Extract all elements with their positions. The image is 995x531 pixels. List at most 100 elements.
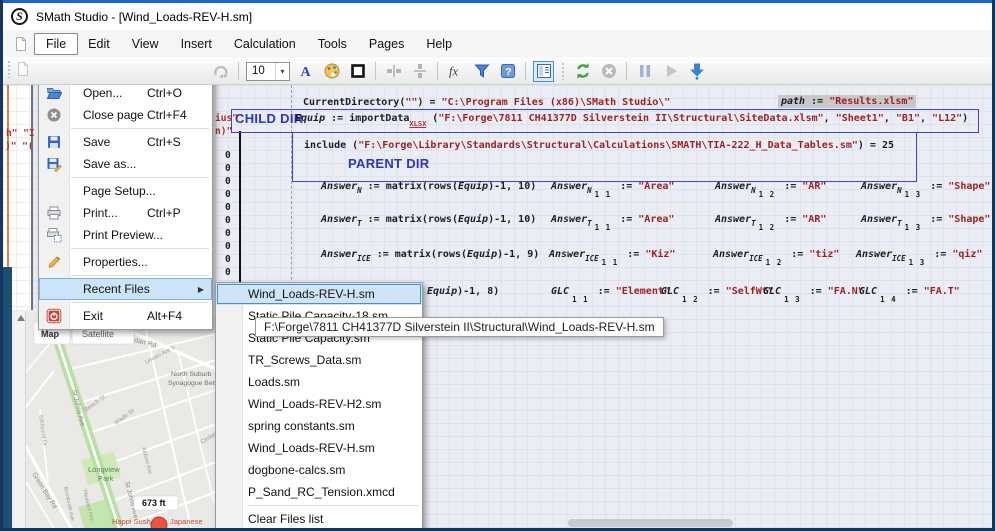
answer-ice-13[interactable]: AnswerICE1 3 := "qiz" [856, 249, 982, 267]
glc-14[interactable]: GLC1 4 := "FA.T" [859, 286, 960, 304]
recent-file-item[interactable]: Clear Files list [216, 508, 422, 528]
map-road-label: Longview [88, 465, 120, 474]
help-icon[interactable]: ? [497, 61, 518, 82]
toolbar-drag-handle[interactable] [7, 60, 11, 78]
menu-item-exit[interactable]: ExitAlt+F4 [39, 305, 212, 327]
menu-tools[interactable]: Tools [307, 34, 358, 54]
poi-marker-icon[interactable] [151, 517, 167, 528]
chevron-down-icon[interactable]: ▾ [275, 63, 289, 80]
answer-ice-12[interactable]: AnswerICE1 2 := "tiz" [713, 249, 839, 267]
menu-item-print[interactable]: Print...Ctrl+P [39, 202, 212, 224]
menu-file[interactable]: File [35, 34, 77, 54]
glc-def-fragment[interactable]: Equip)-1, 8) [427, 286, 499, 297]
answer-t-13[interactable]: AnswerT1 3 := "Shape" [861, 214, 990, 232]
recent-file-item[interactable]: Wind_Loads-REV-H2.sm [216, 393, 422, 415]
clipped-text-fragment: n)" [215, 126, 232, 137]
redo-icon[interactable] [210, 61, 231, 82]
map-road-label: North Suburb [171, 371, 212, 378]
menu-item-properties[interactable]: Properties... [39, 251, 212, 273]
answer-t-def[interactable]: AnswerT := matrix(rows(Equip)-1, 10) [321, 214, 536, 228]
palette-icon[interactable] [321, 61, 342, 82]
toolbar-separator [238, 62, 239, 80]
recent-file-item[interactable]: Wind_Loads-REV-H.sm [216, 437, 422, 459]
close-icon [39, 107, 69, 123]
border-icon[interactable] [347, 61, 368, 82]
menu-help[interactable]: Help [415, 34, 463, 54]
answer-n-12[interactable]: AnswerN1 2 := "AR" [715, 181, 826, 199]
equip-import[interactable]: Equip := importDataXLSX ("F:\Forge\7811 … [295, 113, 968, 128]
answer-t-11[interactable]: AnswerT1 1 := "Area" [551, 214, 674, 232]
align-h-icon[interactable] [383, 61, 404, 82]
clipped-matrix-value: 0 [225, 150, 231, 161]
page-icon[interactable] [13, 36, 29, 52]
filter-icon[interactable] [471, 61, 492, 82]
menu-insert[interactable]: Insert [170, 34, 223, 54]
include-tables[interactable]: include ("F:\Forge\Library\Standards\Str… [304, 140, 894, 151]
toolbar-separator [561, 62, 565, 80]
clipped-text-fragment: )" "( [5, 141, 34, 152]
menu-item-label: Properties... [83, 255, 148, 269]
horizontal-scrollbar-thumb[interactable] [568, 519, 733, 527]
menu-item-label: Recent Files [83, 282, 150, 296]
svg-text:fx: fx [449, 65, 458, 79]
run-icon[interactable] [660, 61, 681, 82]
menu-pages[interactable]: Pages [358, 34, 415, 54]
answer-ice-def[interactable]: AnswerICE := matrix(rows(Equip)-1, 9) [321, 249, 539, 263]
preview-icon [39, 227, 69, 243]
align-v-icon[interactable] [409, 61, 430, 82]
map-road-label: Park [98, 474, 114, 483]
glc-12[interactable]: GLC1 2 := "SelfWt" [661, 286, 774, 304]
pause-icon[interactable] [634, 61, 655, 82]
recent-file-item[interactable]: TR_Screws_Data.sm [216, 349, 422, 371]
recent-file-item[interactable]: Wind_Loads-REV-H.sm [216, 283, 422, 305]
answer-ice-11[interactable]: AnswerICE1 1 := "Kiz" [549, 249, 675, 267]
pencil-icon [39, 254, 69, 270]
menu-item-label: Open... [83, 86, 122, 100]
answer-n-11[interactable]: AnswerN1 1 := "Area" [551, 181, 674, 199]
clipped-matrix-value: 0 [225, 163, 231, 174]
recent-file-item[interactable]: spring constants.sm [216, 415, 422, 437]
menu-item-close-page[interactable]: Close pageCtrl+F4 [39, 104, 212, 126]
exit-icon [39, 308, 69, 324]
menu-edit[interactable]: Edit [77, 34, 121, 54]
map-button-label: Map [41, 329, 60, 339]
smath-logo-icon: S [11, 8, 28, 25]
menu-view[interactable]: View [121, 34, 170, 54]
toolbar-separator [437, 62, 438, 80]
recent-file-item[interactable]: dogbone-calcs.sm [216, 459, 422, 481]
function-icon[interactable]: fx [445, 61, 466, 82]
file-menu: New pageCtrl+NOpen...Ctrl+OClose pageCtr… [38, 85, 213, 330]
font-size-combo[interactable]: 10▾ [246, 62, 290, 81]
toolbar-separator [375, 62, 376, 80]
menu-item-open[interactable]: Open...Ctrl+O [39, 85, 212, 104]
recent-file-item[interactable]: P_Sand_RC_Tension.xmcd [216, 481, 422, 503]
clipped-matrix-value: 0 [225, 176, 231, 187]
recent-file-item[interactable]: Loads.sm [216, 371, 422, 393]
fontcolor-icon[interactable]: A [295, 61, 316, 82]
menu-item-save[interactable]: SaveCtrl+S [39, 131, 212, 153]
recalculate-icon[interactable] [572, 61, 593, 82]
menu-item-print-preview[interactable]: Print Preview... [39, 224, 212, 246]
step-icon[interactable] [686, 61, 707, 82]
map-image[interactable]: Sheridan RdLincoln Ave SNorth SuburbSyna… [26, 312, 216, 528]
menu-item-label: Save as... [83, 157, 136, 171]
clipped-matrix-value: 0 [225, 215, 231, 226]
answer-t-12[interactable]: AnswerT1 2 := "AR" [715, 214, 826, 232]
panel-icon[interactable] [533, 61, 554, 82]
answer-n-def[interactable]: AnswerN := matrix(rows(Equip)-1, 10) [321, 181, 536, 195]
stop-icon[interactable] [598, 61, 619, 82]
answer-n-13[interactable]: AnswerN1 3 := "Shape" [861, 181, 990, 199]
path-assignment[interactable]: path := "Results.xlsm" [778, 95, 916, 108]
new-page-icon[interactable] [15, 61, 31, 77]
scroll-up-icon[interactable] [17, 315, 25, 321]
current-directory[interactable]: CurrentDirectory("") = "C:\Program Files… [303, 97, 670, 108]
menu-calculation[interactable]: Calculation [223, 34, 307, 54]
menu-item-page-setup[interactable]: Page Setup... [39, 180, 212, 202]
vertical-scrollbar[interactable] [15, 312, 26, 528]
menu-item-recent-files[interactable]: Recent Files▶ [39, 278, 212, 300]
glc-13[interactable]: GLC1 3 := "FA.N" [763, 286, 864, 304]
menu-item-save-as[interactable]: Save as... [39, 153, 212, 175]
menu-shortcut: Ctrl+F4 [147, 108, 187, 122]
poi-label: Japanese [170, 517, 203, 526]
glc-11[interactable]: GLC1 1 := "Element" [551, 286, 670, 304]
